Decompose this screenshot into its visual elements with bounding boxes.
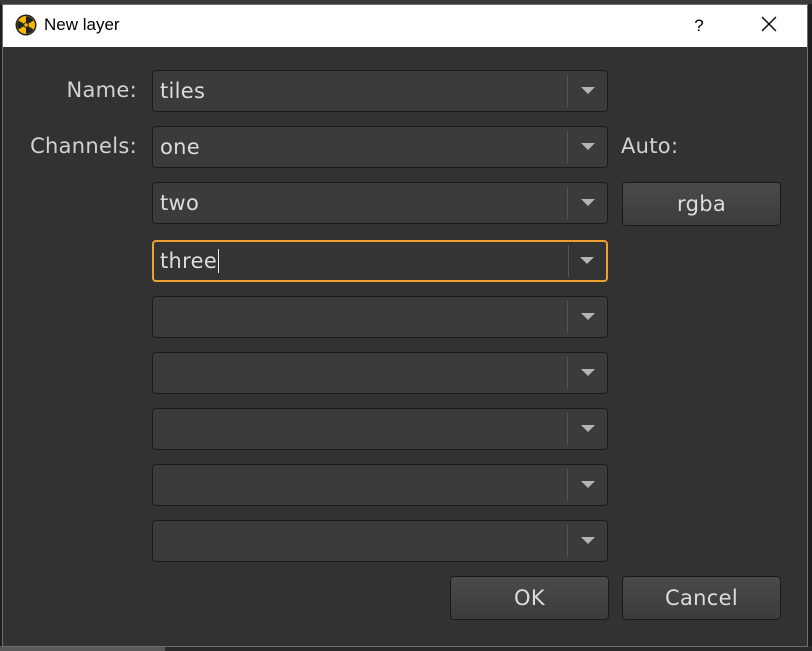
chevron-down-icon[interactable] xyxy=(568,409,608,449)
channel-4-combobox[interactable] xyxy=(152,296,608,338)
auto-rgba-button[interactable]: rgba xyxy=(622,182,781,226)
nuke-app-icon xyxy=(15,14,37,36)
ok-button[interactable]: OK xyxy=(450,576,609,620)
auto-label: Auto: xyxy=(621,134,679,158)
channel-2-value[interactable]: two xyxy=(160,191,199,215)
chevron-down-icon[interactable] xyxy=(568,465,608,505)
chevron-down-icon[interactable] xyxy=(568,521,608,561)
channel-3-value: three xyxy=(160,249,218,273)
new-layer-dialog: New layer ? Name: tiles Channels: Auto: … xyxy=(2,4,808,647)
chevron-down-icon[interactable] xyxy=(568,183,608,223)
chevron-down-icon[interactable] xyxy=(568,71,608,111)
channel-5-combobox[interactable] xyxy=(152,352,608,394)
name-combobox[interactable]: tiles xyxy=(152,70,608,112)
channel-6-combobox[interactable] xyxy=(152,408,608,450)
help-button[interactable]: ? xyxy=(677,5,721,47)
channel-1-value[interactable]: one xyxy=(160,135,200,159)
chevron-down-icon[interactable] xyxy=(568,353,608,393)
channel-7-combobox[interactable] xyxy=(152,464,608,506)
chevron-down-icon[interactable] xyxy=(568,297,608,337)
channel-8-combobox[interactable] xyxy=(152,520,608,562)
name-value[interactable]: tiles xyxy=(160,79,205,103)
dialog-title: New layer xyxy=(44,15,120,34)
name-label: Name: xyxy=(66,78,137,102)
channel-3-input[interactable]: three xyxy=(160,249,220,273)
channel-3-combobox[interactable]: three xyxy=(152,240,608,282)
chevron-down-icon[interactable] xyxy=(567,241,607,281)
chevron-down-icon[interactable] xyxy=(568,127,608,167)
close-button[interactable] xyxy=(747,5,791,47)
cancel-button[interactable]: Cancel xyxy=(622,576,781,620)
channel-2-combobox[interactable]: two xyxy=(152,182,608,224)
channels-label: Channels: xyxy=(30,134,137,158)
close-icon xyxy=(761,16,777,36)
text-caret xyxy=(218,249,220,273)
channel-1-combobox[interactable]: one xyxy=(152,126,608,168)
title-bar[interactable]: New layer ? xyxy=(3,5,807,47)
